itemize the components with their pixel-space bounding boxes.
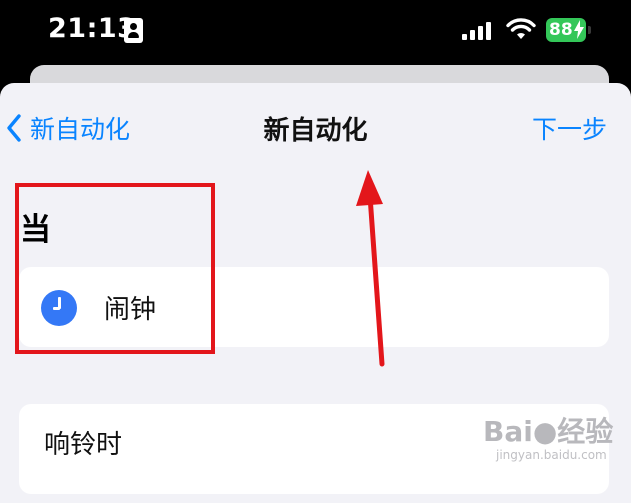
watermark-brand-suffix: 经验	[557, 415, 614, 448]
battery-level: 88	[549, 20, 573, 40]
alarm-trigger-row[interactable]: 闹钟	[19, 267, 609, 347]
option-label-when-rings: 响铃时	[44, 430, 123, 460]
alarm-trigger-label: 闹钟	[104, 295, 157, 325]
contact-card-icon	[124, 18, 143, 43]
watermark-url: jingyan.baidu.com	[496, 448, 607, 462]
watermark-brand: Bai	[483, 415, 533, 448]
wifi-icon	[506, 18, 536, 39]
status-bar: 21:13 88	[0, 0, 631, 62]
watermark-logo: Bai●经验	[483, 410, 613, 450]
battery-tip	[588, 26, 591, 34]
paw-icon: ●	[532, 415, 558, 448]
clock-icon	[41, 290, 77, 326]
cellular-signal-icon	[462, 20, 496, 40]
section-header-when: 当	[20, 212, 51, 248]
charging-bolt-icon	[574, 20, 584, 39]
battery-indicator: 88	[546, 18, 586, 42]
next-button[interactable]: 下一步	[532, 110, 607, 146]
